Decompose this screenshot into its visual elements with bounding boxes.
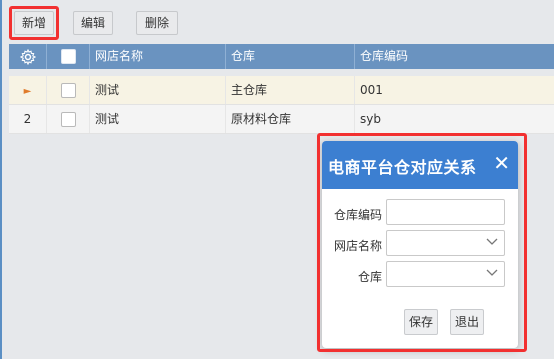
cell-store: 测试 <box>90 105 226 133</box>
gear-icon[interactable] <box>19 48 36 65</box>
table-row[interactable]: ► 测试 主仓库 001 <box>9 76 554 105</box>
column-header-code[interactable]: 仓库编码 <box>355 44 554 69</box>
cell-code: syb <box>360 112 381 126</box>
row-checkbox[interactable] <box>60 112 76 127</box>
delete-button[interactable]: 删除 <box>136 11 178 35</box>
column-header-store[interactable]: 网店名称 <box>90 44 226 69</box>
current-row-arrow-icon: ► <box>23 86 32 97</box>
grid-header: 网店名称 仓库 仓库编码 <box>9 44 554 69</box>
add-button-highlight <box>9 6 59 40</box>
cell-warehouse: 原材料仓库 <box>226 105 355 133</box>
row-checkbox[interactable] <box>60 83 76 98</box>
edit-button[interactable]: 编辑 <box>73 11 113 35</box>
row-index: 2 <box>9 105 47 133</box>
select-all-checkbox[interactable] <box>60 49 76 64</box>
row-indicator: ► <box>9 76 47 104</box>
row-checkbox-cell[interactable] <box>47 105 90 133</box>
column-header-warehouse[interactable]: 仓库 <box>226 44 355 69</box>
dialog-highlight <box>317 133 527 352</box>
cell-code: 001 <box>360 83 383 97</box>
select-all-cell[interactable] <box>47 44 90 69</box>
settings-cell[interactable] <box>9 44 47 69</box>
cell-warehouse: 主仓库 <box>226 76 355 104</box>
table-row[interactable]: 2 测试 原材料仓库 syb <box>9 105 554 134</box>
cell-store: 测试 <box>90 76 226 104</box>
row-checkbox-cell[interactable] <box>47 76 90 104</box>
